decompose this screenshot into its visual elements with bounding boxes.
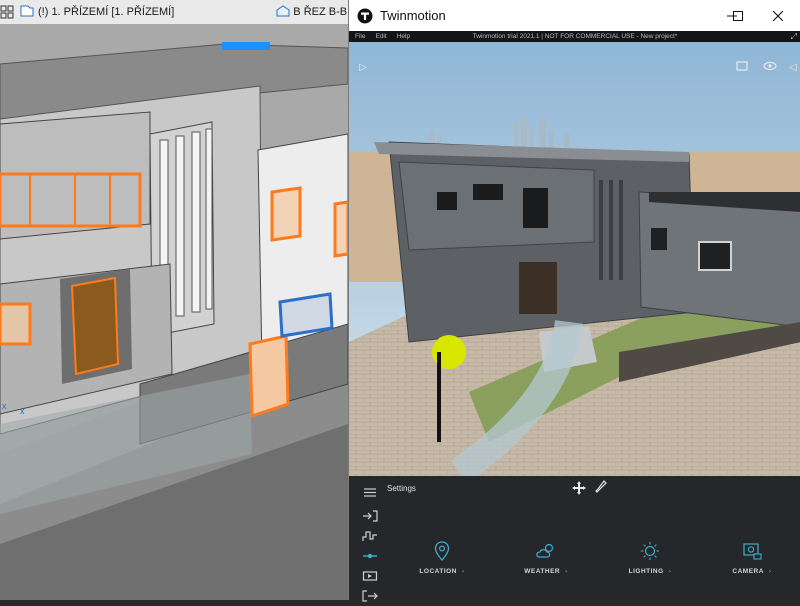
import-icon[interactable] (359, 506, 381, 526)
location-pin-icon (397, 538, 487, 564)
picker-tool-icon[interactable] (595, 480, 607, 499)
tab-floor-plan-label: (!) 1. PŘÍZEMÍ [1. PŘÍZEMÍ] (38, 6, 175, 18)
project-subtitle: Twinmotion trial 2021.1 | NOT FOR COMMER… (472, 33, 678, 40)
chevron-right-icon: › (461, 568, 465, 575)
collapse-right-icon[interactable]: ◁ (789, 62, 797, 73)
twinmotion-menubar: File Edit Help Twinmotion trial 2021.1 |… (349, 31, 800, 42)
camera-icon (707, 538, 797, 564)
fullscreen-icon[interactable]: ⤢ (791, 32, 797, 42)
lighting-icon (605, 538, 695, 564)
chevron-right-icon: › (565, 568, 568, 575)
floor-plan-icon (20, 5, 34, 20)
twinmotion-window: Twinmotion File Edit Help Twinmotion tri… (348, 0, 800, 602)
category-weather-label: WEATHER (524, 568, 561, 575)
category-weather[interactable]: WEATHER › (501, 538, 591, 575)
weather-icon (501, 538, 591, 564)
panel-header: Settings (349, 476, 800, 501)
archicad-tab-bar: (!) 1. PŘÍZEMÍ [1. PŘÍZEMÍ] B ŘEZ B-B [B… (0, 0, 348, 25)
close-button[interactable] (755, 0, 800, 31)
move-tool-icon[interactable] (571, 480, 587, 501)
hamburger-menu-icon[interactable] (364, 484, 376, 502)
category-camera[interactable]: CAMERA › (707, 538, 797, 575)
tab-section[interactable]: B ŘEZ B-B [B ŘEZ (272, 0, 348, 24)
svg-text:x: x (2, 401, 7, 411)
archicad-3d-view[interactable]: x x (0, 24, 348, 600)
category-lighting-label: LIGHTING (628, 568, 664, 575)
twinmotion-titlebar: Twinmotion (349, 0, 800, 31)
section-icon (276, 4, 290, 20)
category-camera-label: CAMERA (732, 568, 764, 575)
media-icon[interactable] (359, 566, 381, 586)
export-icon[interactable] (359, 586, 381, 606)
chevron-right-icon: › (768, 568, 772, 575)
settings-label: Settings (387, 484, 416, 493)
window-title: Twinmotion (380, 8, 446, 23)
category-location[interactable]: LOCATION › (397, 538, 487, 575)
grid-view-icon[interactable] (0, 0, 14, 24)
expand-panel-icon[interactable]: ▷ (359, 62, 367, 73)
settings-panel: Settings LOCATION › WEATHER › LIGHTING ›… (349, 476, 800, 602)
settings-sliders-icon[interactable] (359, 546, 381, 566)
context-icon[interactable] (359, 526, 381, 546)
category-lighting[interactable]: LIGHTING › (605, 538, 695, 575)
tab-section-label: B ŘEZ B-B [B ŘEZ (293, 6, 348, 18)
archicad-window: (!) 1. PŘÍZEMÍ [1. PŘÍZEMÍ] B ŘEZ B-B [B… (0, 0, 348, 600)
twinmotion-logo-icon (357, 8, 373, 24)
tab-floor-plan[interactable]: (!) 1. PŘÍZEMÍ [1. PŘÍZEMÍ] (16, 0, 178, 24)
twinmotion-viewport[interactable]: ▷ ◁ (349, 42, 800, 476)
chevron-right-icon: › (668, 568, 672, 575)
svg-text:x: x (20, 406, 25, 416)
left-rail (359, 506, 381, 606)
category-location-label: LOCATION (419, 568, 457, 575)
